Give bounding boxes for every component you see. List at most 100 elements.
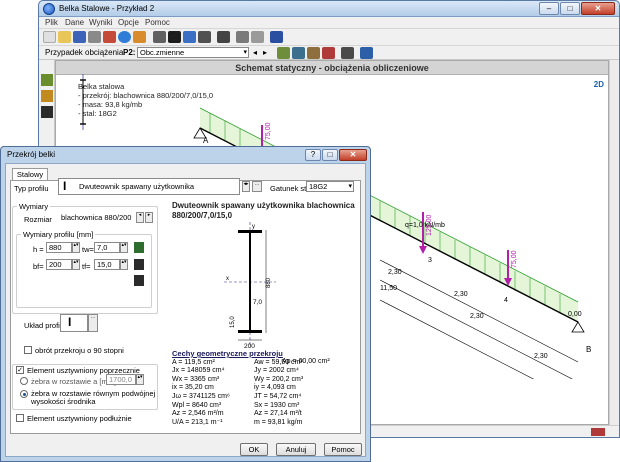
print-icon[interactable] — [88, 31, 101, 43]
ribs-spacing-radio[interactable] — [20, 377, 28, 385]
size-prev-button[interactable]: ◂ — [136, 212, 144, 223]
menu-opcje[interactable]: Opcje — [118, 18, 139, 27]
h-stepper[interactable]: ▴▾ — [72, 242, 80, 253]
maximize-button[interactable]: □ — [560, 2, 580, 15]
context-help-icon[interactable] — [270, 31, 283, 43]
next-case-icon[interactable]: ▸ — [263, 48, 267, 57]
open-folder-icon[interactable] — [58, 31, 71, 43]
beam-icon[interactable] — [41, 74, 53, 86]
menu-wyniki[interactable]: Wyniki — [89, 18, 112, 27]
dimension-label: 2,30 — [454, 291, 468, 298]
tw-stepper[interactable]: ▴▾ — [120, 242, 128, 253]
rotate-checkbox[interactable] — [24, 346, 32, 354]
x-axis-label: x — [226, 276, 229, 282]
chevron-down-icon: ▾ — [243, 49, 247, 56]
load-table-icon[interactable] — [341, 47, 354, 59]
point-load-label: 125,00 — [426, 214, 433, 236]
h-field[interactable]: 880 — [46, 242, 72, 253]
tab-stalowy[interactable]: Stalowy — [12, 168, 48, 180]
profile-browse-button[interactable]: … — [252, 181, 262, 192]
main-window-title: Belka Stalowe - Przykład 2 — [59, 4, 155, 13]
close-button[interactable]: ✕ — [581, 2, 615, 15]
support-a-label: A — [203, 136, 209, 145]
longitudinal-checkbox[interactable] — [16, 414, 24, 422]
section-title: Dwuteownik spawany użytkownika blachowni… — [172, 201, 355, 220]
size-next-button[interactable]: ▸ — [145, 212, 153, 223]
import-icon[interactable] — [133, 31, 146, 43]
combination-icon[interactable] — [360, 47, 373, 59]
menu-pomoc[interactable]: Pomoc — [145, 18, 170, 27]
copy-load-icon[interactable] — [307, 47, 320, 59]
load-case-code: P2: — [123, 48, 136, 57]
load-icon[interactable] — [41, 90, 53, 102]
profile-shape-icon[interactable] — [134, 242, 144, 253]
save-icon[interactable] — [73, 31, 86, 43]
help-button[interactable]: Pomoc — [324, 443, 362, 456]
profile-shape-icon[interactable] — [134, 259, 144, 270]
point-load-label: 75,00 — [265, 122, 272, 140]
support-b-label: B — [586, 345, 591, 354]
help-icon[interactable] — [118, 31, 131, 43]
menu-plik[interactable]: Plik — [45, 18, 58, 27]
dimension-line — [379, 299, 535, 379]
section-icon[interactable] — [168, 31, 181, 43]
profile-type-label: Typ profilu — [14, 184, 49, 193]
profile-type-field[interactable]: I Dwuteownik spawany użytkownika — [58, 178, 240, 195]
tf-field[interactable]: 15,0 — [94, 259, 120, 270]
clipboard-icon[interactable] — [251, 31, 264, 43]
report-icon[interactable] — [103, 31, 116, 43]
prev-case-icon[interactable]: ◂ — [253, 48, 257, 57]
tf-label: tf= — [82, 262, 91, 271]
tw-label: tw= — [82, 245, 94, 254]
tf-stepper[interactable]: ▴▾ — [120, 259, 128, 270]
h-label: h = — [33, 245, 44, 254]
ok-button[interactable]: OK — [240, 443, 268, 456]
menu-dane[interactable]: Dane — [65, 18, 84, 27]
minimize-button[interactable]: – — [539, 2, 559, 15]
dialog-help-button[interactable]: ? — [305, 149, 321, 161]
view-2d-toggle[interactable]: 2D — [594, 80, 604, 89]
profile-shape-icon[interactable] — [134, 275, 144, 286]
dialog-maximize-button[interactable]: □ — [322, 149, 338, 161]
add-load-icon[interactable] — [277, 47, 290, 59]
new-file-icon[interactable] — [43, 31, 56, 43]
main-title-bar: Belka Stalowe - Przykład 2 – □ ✕ — [39, 1, 619, 17]
rotate-label: obrót przekroju o 90 stopni — [35, 346, 124, 355]
cancel-button[interactable]: Anuluj — [276, 443, 316, 456]
edit-load-icon[interactable] — [292, 47, 305, 59]
ribs-spacing-stepper[interactable]: ▴▾ — [136, 374, 144, 385]
load-case-select[interactable]: Obc.zmienne ▾ — [137, 47, 249, 58]
supports-icon[interactable] — [198, 31, 211, 43]
app-logo-icon — [43, 3, 55, 15]
ribs-equal-radio[interactable] — [20, 390, 28, 398]
section-drawing: y x 7,0 15,0 200 880 — [224, 222, 276, 350]
support-b-icon — [571, 321, 585, 333]
dimension-line — [379, 259, 579, 363]
profile-type-scroll[interactable]: ◂▸ — [242, 181, 250, 192]
tw-field[interactable]: 7,0 — [94, 242, 120, 253]
bf-stepper[interactable]: ▴▾ — [72, 259, 80, 270]
loads-icon[interactable] — [183, 31, 196, 43]
load-case-label: Przypadek obciążenia — [45, 48, 124, 57]
dialog-close-button[interactable]: ✕ — [339, 149, 367, 161]
ribs-spacing-field[interactable]: 1700,0 — [106, 374, 136, 385]
props-extra: Ap = 60,00 cm² — [282, 358, 330, 365]
bf-field[interactable]: 200 — [46, 259, 72, 270]
layout-field[interactable]: I — [60, 314, 88, 332]
props-row: Wpl = 8640 cm³ Sx = 1930 cm³ — [172, 401, 300, 409]
delete-load-icon[interactable] — [322, 47, 335, 59]
longitudinal-label: Element usztywniony podłużnie — [27, 414, 132, 423]
vertical-scrollbar[interactable] — [609, 60, 619, 425]
bottom-flange — [238, 330, 262, 333]
transverse-checkbox[interactable]: ✓ — [16, 366, 24, 374]
layout-browse-button[interactable]: … — [88, 314, 98, 332]
node-label: 4 — [504, 297, 508, 304]
profile-icon[interactable] — [41, 106, 53, 118]
results-icon[interactable] — [236, 31, 249, 43]
h-dim-label: 880 — [266, 277, 272, 288]
beam-scheme-icon[interactable] — [153, 31, 166, 43]
load-case-toolbar: Przypadek obciążenia P2: Obc.zmienne ▾ ◂… — [39, 46, 619, 60]
steel-grade-select[interactable]: 18G2 ▾ — [306, 181, 354, 192]
bf-label: bf= — [33, 262, 44, 271]
calculate-icon[interactable] — [217, 31, 230, 43]
